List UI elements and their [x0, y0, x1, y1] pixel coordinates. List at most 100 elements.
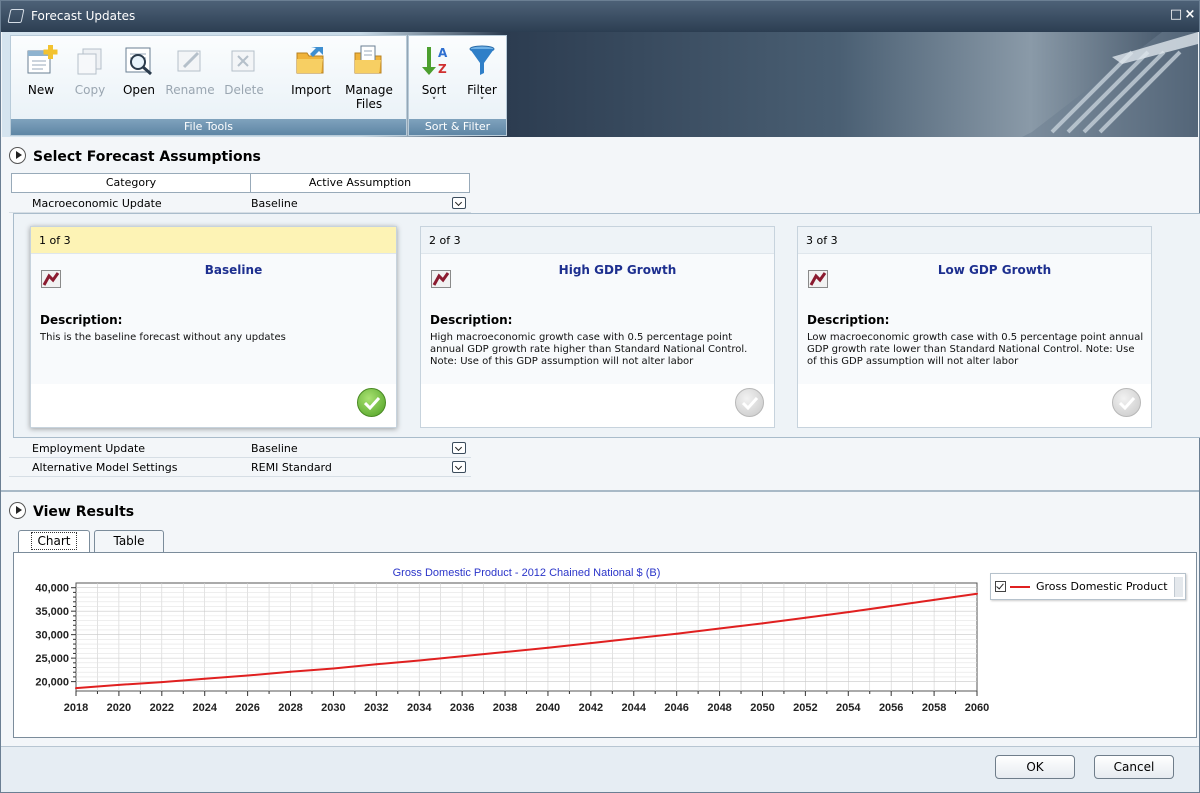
new-document-icon — [27, 45, 58, 74]
chart-title: Gross Domestic Product - 2012 Chained Na… — [393, 567, 661, 579]
x-tick-label: 2042 — [579, 702, 603, 713]
x-tick-label: 2050 — [750, 702, 774, 713]
results-heading[interactable]: View Results — [9, 501, 134, 523]
dropdown-chevron-icon[interactable] — [452, 197, 466, 209]
ok-button[interactable]: OK — [995, 755, 1075, 779]
category-column-header[interactable]: Category — [11, 173, 251, 193]
data-point — [375, 663, 378, 666]
assumptions-heading[interactable]: Select Forecast Assumptions — [9, 146, 261, 168]
tab-chart[interactable]: Chart — [18, 530, 90, 553]
copy-button[interactable]: Copy — [64, 43, 116, 97]
y-tick-label: 30,000 — [35, 630, 69, 642]
assumption-icon — [41, 270, 61, 288]
assumption-card-low-gdp[interactable]: 3 of 3 Low GDP Growth Description: Low m… — [797, 226, 1152, 428]
app-icon — [7, 9, 25, 23]
window-title: Forecast Updates — [31, 9, 136, 23]
expand-arrow-icon[interactable] — [9, 502, 26, 519]
card-description-label: Description: — [40, 313, 123, 327]
assumption-icon — [808, 270, 828, 288]
manage-files-icon — [354, 45, 382, 74]
manage-files-button[interactable]: Manage Files — [343, 43, 395, 111]
delete-button[interactable]: Delete — [218, 43, 270, 97]
card-description-label: Description: — [430, 313, 513, 327]
assumption-card-baseline[interactable]: 1 of 3 Baseline Description: This is the… — [30, 226, 397, 428]
delete-label: Delete — [224, 83, 264, 97]
data-point — [117, 683, 120, 686]
x-tick-label: 2020 — [107, 702, 131, 713]
data-point — [675, 632, 678, 635]
svg-text:Z: Z — [438, 62, 447, 76]
manage-files-label-2: Files — [355, 97, 383, 111]
legend-scrollbar[interactable] — [1174, 577, 1183, 597]
copy-label: Copy — [74, 83, 106, 97]
forecast-updates-window: Forecast Updates □ × New Copy Open Renam… — [0, 0, 1200, 793]
dropdown-chevron-icon[interactable] — [452, 461, 466, 473]
legend-checkbox[interactable] — [995, 581, 1006, 592]
selected-check-icon[interactable] — [357, 388, 386, 417]
x-tick-label: 2048 — [707, 702, 731, 713]
title-bar: Forecast Updates □ × — [1, 1, 1199, 32]
ribbon: New Copy Open Rename Delete Import Manag… — [2, 32, 1198, 137]
data-point — [847, 611, 850, 614]
row-value: REMI Standard — [251, 461, 332, 474]
card-body: Low GDP Growth Description: Low macroeco… — [798, 254, 1151, 384]
legend-swatch — [1010, 586, 1030, 588]
data-point — [418, 659, 421, 662]
x-tick-label: 2036 — [450, 702, 474, 713]
data-point — [504, 651, 507, 654]
active-assumption-column-header[interactable]: Active Assumption — [250, 173, 470, 193]
unselected-check-icon[interactable] — [735, 388, 764, 417]
row-value: Baseline — [251, 197, 298, 210]
row-value: Baseline — [251, 442, 298, 455]
assumption-row-model-settings[interactable]: Alternative Model Settings REMI Standard — [9, 459, 471, 477]
assumption-card-high-gdp[interactable]: 2 of 3 High GDP Growth Description: High… — [420, 226, 775, 428]
card-title: Low GDP Growth — [937, 263, 1052, 277]
x-tick-label: 2056 — [879, 702, 903, 713]
rename-button[interactable]: Rename — [164, 43, 216, 97]
data-point — [332, 667, 335, 670]
building-decoration — [1022, 32, 1198, 137]
data-point — [632, 637, 635, 640]
open-search-icon — [125, 47, 152, 76]
sort-filter-group: A Z Sort ˅ Filter ˅ Sort & Filter — [408, 35, 507, 136]
tab-table[interactable]: Table — [94, 530, 164, 553]
card-index: 1 of 3 — [31, 227, 396, 254]
card-title: Baseline — [204, 263, 263, 277]
cancel-button[interactable]: Cancel — [1094, 755, 1174, 779]
x-tick-label: 2052 — [793, 702, 817, 713]
tab-table-label: Table — [113, 534, 145, 548]
dropdown-chevron-icon[interactable] — [452, 442, 466, 454]
tab-chart-label: Chart — [30, 532, 78, 550]
x-tick-label: 2038 — [493, 702, 517, 713]
rename-label: Rename — [165, 83, 215, 97]
x-tick-label: 2024 — [192, 702, 217, 713]
restore-icon[interactable]: □ — [1169, 8, 1183, 22]
data-point — [246, 674, 249, 677]
import-button[interactable]: Import — [285, 43, 337, 97]
data-point — [804, 616, 807, 619]
assumption-row-employment[interactable]: Employment Update Baseline — [9, 440, 471, 458]
open-button[interactable]: Open — [113, 43, 165, 97]
sort-label: Sort — [421, 83, 447, 97]
unselected-check-icon[interactable] — [1112, 388, 1141, 417]
x-tick-label: 2060 — [965, 702, 989, 713]
card-index: 2 of 3 — [421, 227, 774, 254]
data-point — [589, 642, 592, 645]
sort-button[interactable]: A Z Sort ˅ — [408, 43, 460, 107]
filter-button[interactable]: Filter ˅ — [456, 43, 508, 107]
sort-filter-label: Sort & Filter — [409, 119, 506, 135]
assumption-row-macroeconomic[interactable]: Macroeconomic Update Baseline — [9, 195, 471, 213]
data-point — [718, 627, 721, 630]
import-label: Import — [291, 83, 331, 97]
filter-label: Filter — [467, 83, 497, 97]
x-tick-label: 2030 — [321, 702, 345, 713]
legend-label: Gross Domestic Product — [1036, 580, 1168, 593]
card-description: This is the baseline forecast without an… — [40, 332, 286, 343]
rename-icon — [177, 50, 201, 72]
expand-arrow-icon[interactable] — [9, 147, 26, 164]
delete-icon — [231, 50, 255, 72]
close-icon[interactable]: × — [1183, 8, 1197, 22]
new-button[interactable]: New — [15, 43, 67, 97]
card-description-label: Description: — [807, 313, 890, 327]
svg-text:A: A — [438, 46, 448, 60]
